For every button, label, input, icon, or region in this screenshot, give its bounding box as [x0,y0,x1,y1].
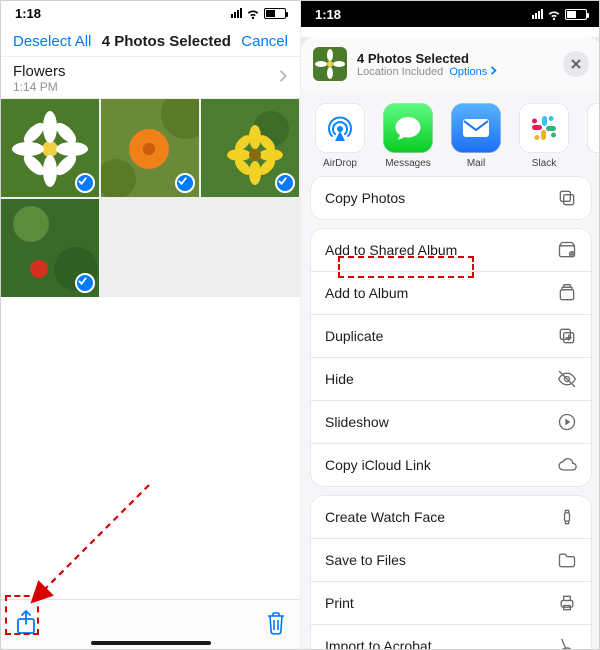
action-label: Hide [325,371,354,387]
action-label: Add to Album [325,285,408,301]
album-header[interactable]: Flowers 1:14 PM [1,56,300,99]
clock: 1:18 [15,6,41,21]
status-icons [532,7,587,21]
battery-icon [264,8,286,19]
action-group: Add to Shared Album Add to Album Duplicate… [311,229,591,486]
partial-app-icon [587,103,600,153]
share-apps-row[interactable]: AirDrop Messages Mail [301,91,600,177]
action-groups: Copy Photos Add to Shared Album Add to Al… [301,177,600,650]
action-play[interactable]: Slideshow [311,400,591,443]
photo-thumbnail[interactable] [201,99,299,197]
deselect-all-link[interactable]: Deselect All [13,33,91,50]
options-link[interactable]: Options [449,66,497,78]
app-more[interactable] [587,103,600,169]
slack-icon [519,103,569,153]
wifi-icon [246,6,260,20]
hide-icon [557,369,577,389]
app-label: AirDrop [323,158,357,169]
photo-grid [1,99,300,297]
album-name: Flowers [13,63,66,80]
airdrop-icon [315,103,365,153]
selected-check-icon [275,173,295,193]
folder-icon [557,550,577,570]
action-group: Create Watch Face Save to Files Print Impor… [311,496,591,650]
battery-icon [565,9,587,20]
phone-left: 1:18 Deselect All 4 Photos Selected Canc… [1,1,301,650]
action-folder[interactable]: Save to Files [311,538,591,581]
share-subtitle: Location Included Options [357,66,553,78]
action-watch[interactable]: Create Watch Face [311,496,591,538]
action-label: Duplicate [325,328,383,344]
action-label: Copy iCloud Link [325,457,431,473]
action-label: Save to Files [325,552,406,568]
app-messages[interactable]: Messages [383,103,433,169]
cloud-icon [557,455,577,475]
selected-check-icon [75,173,95,193]
printer-icon [557,593,577,613]
messages-icon [383,103,433,153]
cell-signal-icon [532,9,543,19]
app-airdrop[interactable]: AirDrop [315,103,365,169]
app-label: Messages [385,158,431,169]
action-label: Add to Shared Album [325,242,457,258]
share-sheet-header: 4 Photos Selected Location Included Opti… [301,37,600,91]
status-bar: 1:18 [301,1,600,27]
album-icon [557,283,577,303]
action-printer[interactable]: Print [311,581,591,624]
action-album[interactable]: Add to Album [311,271,591,314]
share-sheet: 4 Photos Selected Location Included Opti… [301,37,600,650]
photo-thumbnail[interactable] [1,199,99,297]
screenshot-stage: 1:18 Deselect All 4 Photos Selected Canc… [0,0,600,650]
app-label: Mail [467,158,485,169]
selection-title: 4 Photos Selected [102,33,231,50]
clock: 1:18 [315,7,341,22]
app-slack[interactable]: Slack [519,103,569,169]
action-duplicate[interactable]: Duplicate [311,314,591,357]
photo-thumbnail[interactable] [101,99,199,197]
chevron-right-icon [278,69,288,88]
app-label: Slack [532,158,556,169]
mail-icon [451,103,501,153]
share-icon[interactable] [15,610,37,641]
action-cloud[interactable]: Copy iCloud Link [311,443,591,486]
action-label: Create Watch Face [325,509,445,525]
action-label: Import to Acrobat [325,638,432,650]
duplicate-icon [557,326,577,346]
status-icons [231,6,286,20]
phone-right: 1:18 4 Photos Selected Location Included… [301,1,600,650]
acrobat-icon [557,636,577,650]
cell-signal-icon [231,8,242,18]
photo-thumbnail[interactable] [1,99,99,197]
action-hide[interactable]: Hide [311,357,591,400]
share-title: 4 Photos Selected [357,51,553,66]
album-time: 1:14 PM [13,80,66,94]
watch-icon [557,507,577,527]
cancel-link[interactable]: Cancel [241,33,288,50]
close-button[interactable] [563,51,589,77]
action-label: Slideshow [325,414,389,430]
trash-icon[interactable] [266,611,286,640]
action-group: Copy Photos [311,177,591,219]
selected-check-icon [175,173,195,193]
share-thumbnail [313,47,347,81]
app-mail[interactable]: Mail [451,103,501,169]
selected-check-icon [75,273,95,293]
wifi-icon [547,7,561,21]
action-label: Copy Photos [325,190,405,206]
action-copy[interactable]: Copy Photos [311,177,591,219]
action-acrobat[interactable]: Import to Acrobat [311,624,591,650]
status-bar: 1:18 [1,1,300,25]
action-shared-album[interactable]: Add to Shared Album [311,229,591,271]
play-icon [557,412,577,432]
home-indicator[interactable] [91,641,211,645]
copy-icon [557,188,577,208]
shared-album-icon [557,240,577,260]
selection-header: Deselect All 4 Photos Selected Cancel [1,25,300,56]
action-label: Print [325,595,354,611]
